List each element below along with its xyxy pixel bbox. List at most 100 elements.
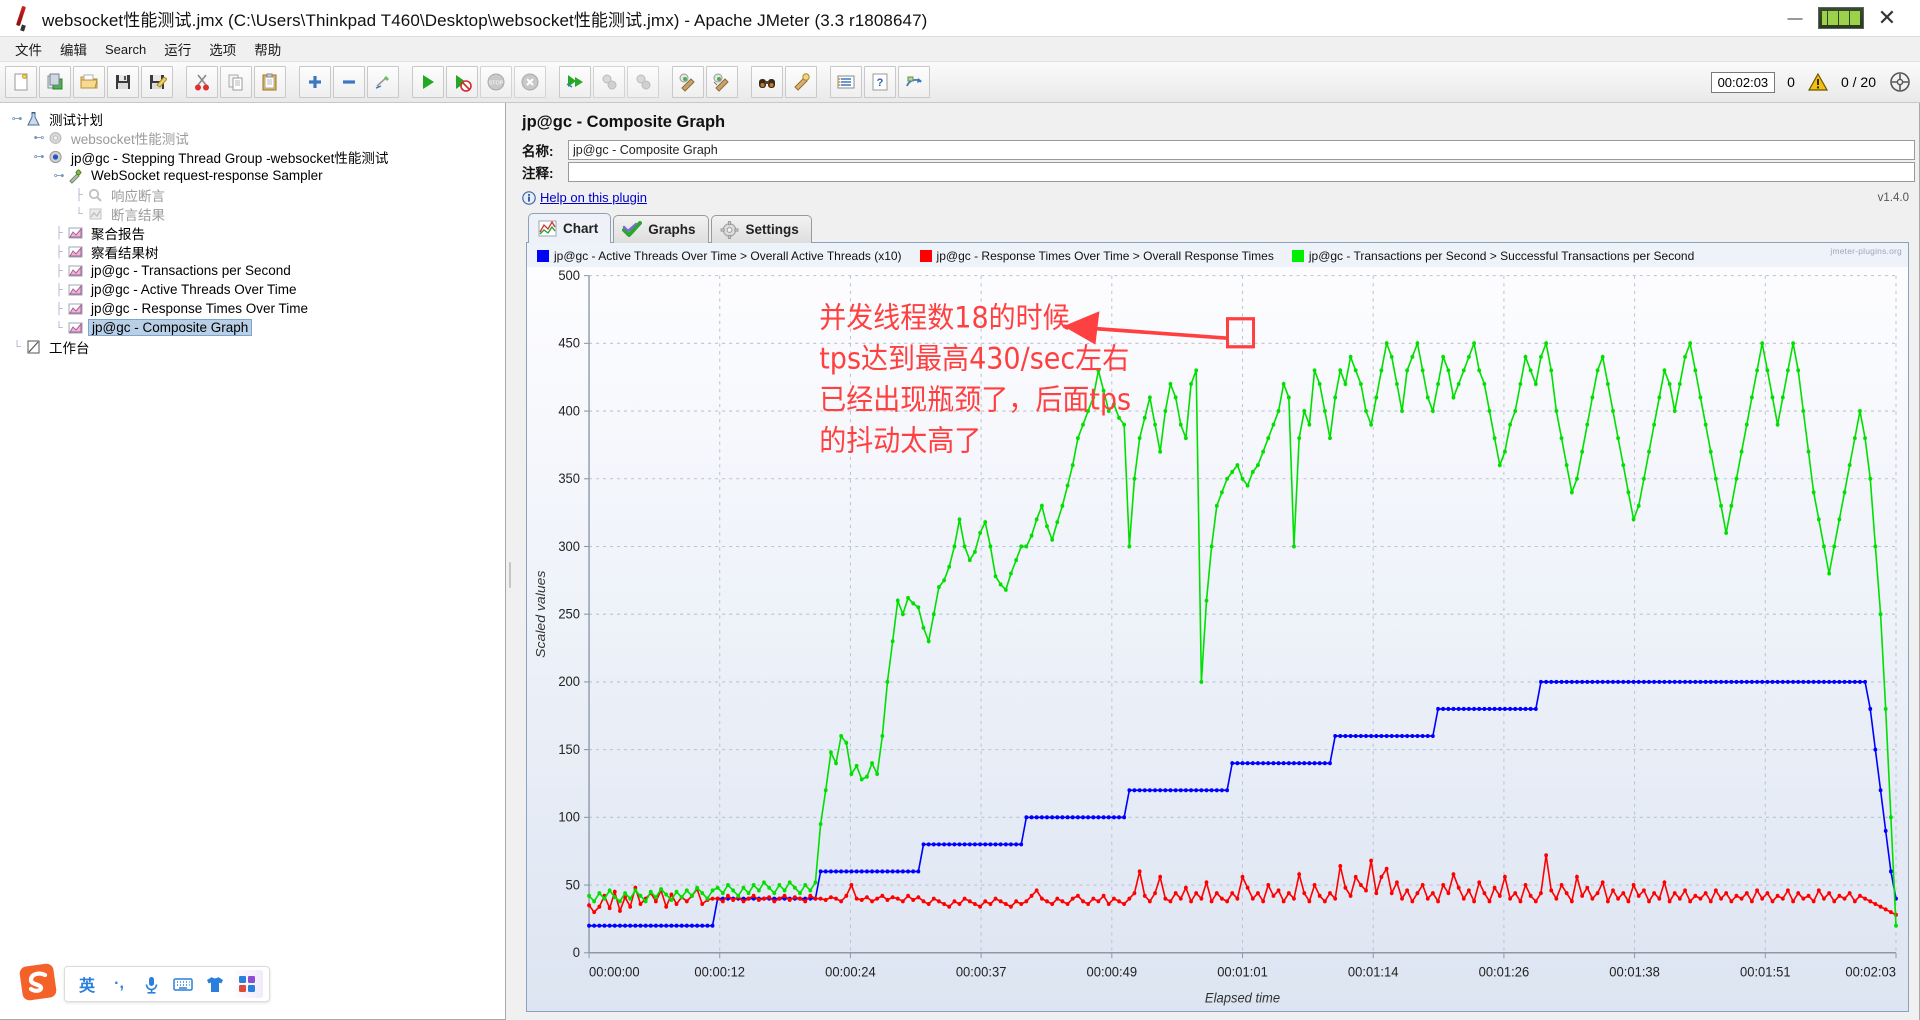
series-point (1508, 896, 1513, 901)
series-point (1060, 899, 1065, 904)
new-button[interactable] (5, 66, 37, 98)
tree-expand-handle[interactable]: ⊷ (32, 128, 46, 147)
series-point (1127, 896, 1132, 901)
toggle-button[interactable] (367, 66, 399, 98)
menu-options[interactable]: 选项 (200, 37, 245, 61)
menu-search[interactable]: Search (96, 40, 155, 59)
series-point (1822, 896, 1826, 901)
sogou-logo-icon[interactable] (18, 963, 62, 1005)
expand-all-button[interactable] (299, 66, 331, 98)
tab-chart[interactable]: Chart (528, 213, 612, 243)
start-button[interactable] (412, 66, 444, 98)
error-count: 0 (1787, 74, 1795, 90)
restore-button[interactable] (1818, 1, 1864, 35)
save-as-button[interactable] (141, 66, 173, 98)
legend-item-response-times[interactable]: jp@gc - Response Times Over Time > Overa… (919, 249, 1274, 263)
shutdown-button[interactable] (514, 66, 546, 98)
start-no-pauses-button[interactable] (446, 66, 478, 98)
tree-item-websocket-sampler[interactable]: ⊶ WebSocket request-response Sampler (6, 166, 505, 185)
series-point (1189, 899, 1193, 904)
series-point (741, 899, 746, 904)
warning-triangle-icon[interactable] (1807, 72, 1829, 92)
series-point (1621, 679, 1626, 684)
tree-item-response-assertion[interactable]: ├ 响应断言 (6, 185, 505, 204)
function-helper-button[interactable] (830, 66, 862, 98)
tree-item-websocket-config[interactable]: ⊷ websocket性能测试 (6, 128, 505, 147)
tree-expand-handle[interactable]: ⊶ (10, 109, 24, 128)
shutdown-remote-button[interactable] (627, 66, 659, 98)
series-point (1544, 853, 1549, 858)
menu-edit[interactable]: 编辑 (51, 37, 96, 61)
series-point (870, 899, 874, 904)
chart-plot-area[interactable]: 0 50 100 150 200 250 300 350 400 450 500 00:00:00 00… (527, 267, 1908, 1011)
tree-item-response-times-over-time[interactable]: ├ jp@gc - Response Times Over Time (6, 299, 505, 318)
annotation-line: 的抖动太高了 (819, 423, 981, 457)
tree-item-active-threads-over-time[interactable]: ├ jp@gc - Active Threads Over Time (6, 280, 505, 299)
tab-graphs[interactable]: Graphs (613, 215, 709, 243)
close-button[interactable]: ✕ (1864, 1, 1910, 35)
ime-punctuation-toggle[interactable]: ·, (103, 970, 135, 998)
series-point (1250, 896, 1255, 901)
y-tick-label: 450 (558, 335, 580, 351)
jmeter-application-window: websocket性能测试.jmx (C:\Users\Thinkpad T46… (0, 0, 1920, 1020)
comment-input[interactable] (568, 162, 1915, 182)
menu-help[interactable]: 帮助 (245, 37, 290, 61)
reset-search-button[interactable] (785, 66, 817, 98)
ime-language-toggle[interactable]: 英 (71, 970, 103, 998)
gear-gray-icon (46, 129, 65, 146)
menu-file[interactable]: 文件 (6, 37, 51, 61)
tree-item-stepping-thread-group[interactable]: ⊶ jp@gc - Stepping Thread Group -websock… (6, 147, 505, 166)
series-point (1050, 537, 1055, 542)
collapse-all-button[interactable] (333, 66, 365, 98)
series-point (679, 895, 684, 900)
start-remote-button[interactable] (559, 66, 591, 98)
stop-button[interactable]: STOP (480, 66, 512, 98)
open-button[interactable] (73, 66, 105, 98)
series-point (1312, 368, 1317, 373)
tree-item-assertion-results[interactable]: └ 断言结果 (6, 204, 505, 223)
tree-item-transactions-per-second[interactable]: ├ jp@gc - Transactions per Second (6, 261, 505, 280)
tab-settings[interactable]: Settings (710, 215, 812, 243)
keyboard-icon[interactable] (167, 970, 199, 998)
series-point (1755, 368, 1759, 373)
stop-remote-button[interactable] (593, 66, 625, 98)
help-button[interactable]: ? (864, 66, 896, 98)
help-on-plugin-link[interactable]: Help on this plugin (540, 190, 647, 205)
series-point (1446, 368, 1451, 373)
tree-item-composite-graph[interactable]: └ jp@gc - Composite Graph (6, 318, 505, 337)
microphone-icon[interactable] (135, 970, 167, 998)
paste-button[interactable] (254, 66, 286, 98)
tree-line: ├ (55, 283, 63, 296)
legend-item-active-threads[interactable]: jp@gc - Active Threads Over Time > Overa… (537, 249, 902, 263)
tree-item-view-results-tree[interactable]: ├ 察看结果树 (6, 242, 505, 261)
series-point (1137, 869, 1142, 874)
series-point (885, 679, 890, 684)
green-check-icon (622, 221, 643, 239)
tree-item-workbench[interactable]: └ 工作台 (6, 337, 505, 356)
tree-item-test-plan[interactable]: ⊶ 测试计划 (6, 109, 505, 128)
split-divider[interactable] (506, 103, 514, 1020)
clear-all-button[interactable] (706, 66, 738, 98)
tshirt-skin-icon[interactable] (199, 970, 231, 998)
minimize-button[interactable]: — (1772, 1, 1818, 35)
tree-item-aggregate-report[interactable]: ├ 聚合报告 (6, 223, 505, 242)
tree-expand-handle[interactable]: ⊶ (52, 166, 66, 185)
toolbox-grid-icon[interactable] (231, 970, 263, 998)
name-input[interactable] (568, 140, 1915, 160)
undo-redo-button[interactable] (898, 66, 930, 98)
search-button[interactable] (751, 66, 783, 98)
save-button[interactable] (107, 66, 139, 98)
series-point (1657, 395, 1662, 400)
series-point (1888, 910, 1893, 915)
cut-button[interactable] (186, 66, 218, 98)
copy-button[interactable] (220, 66, 252, 98)
series-point (1631, 883, 1636, 888)
clear-button[interactable] (672, 66, 704, 98)
templates-button[interactable] (39, 66, 71, 98)
menu-run[interactable]: 运行 (155, 37, 200, 61)
series-point (993, 574, 998, 579)
remote-connection-icon[interactable] (1888, 70, 1912, 94)
y-tick-label: 350 (558, 471, 580, 487)
legend-item-transactions[interactable]: jp@gc - Transactions per Second > Succes… (1291, 249, 1694, 263)
tree-expand-handle[interactable]: ⊶ (32, 147, 46, 166)
